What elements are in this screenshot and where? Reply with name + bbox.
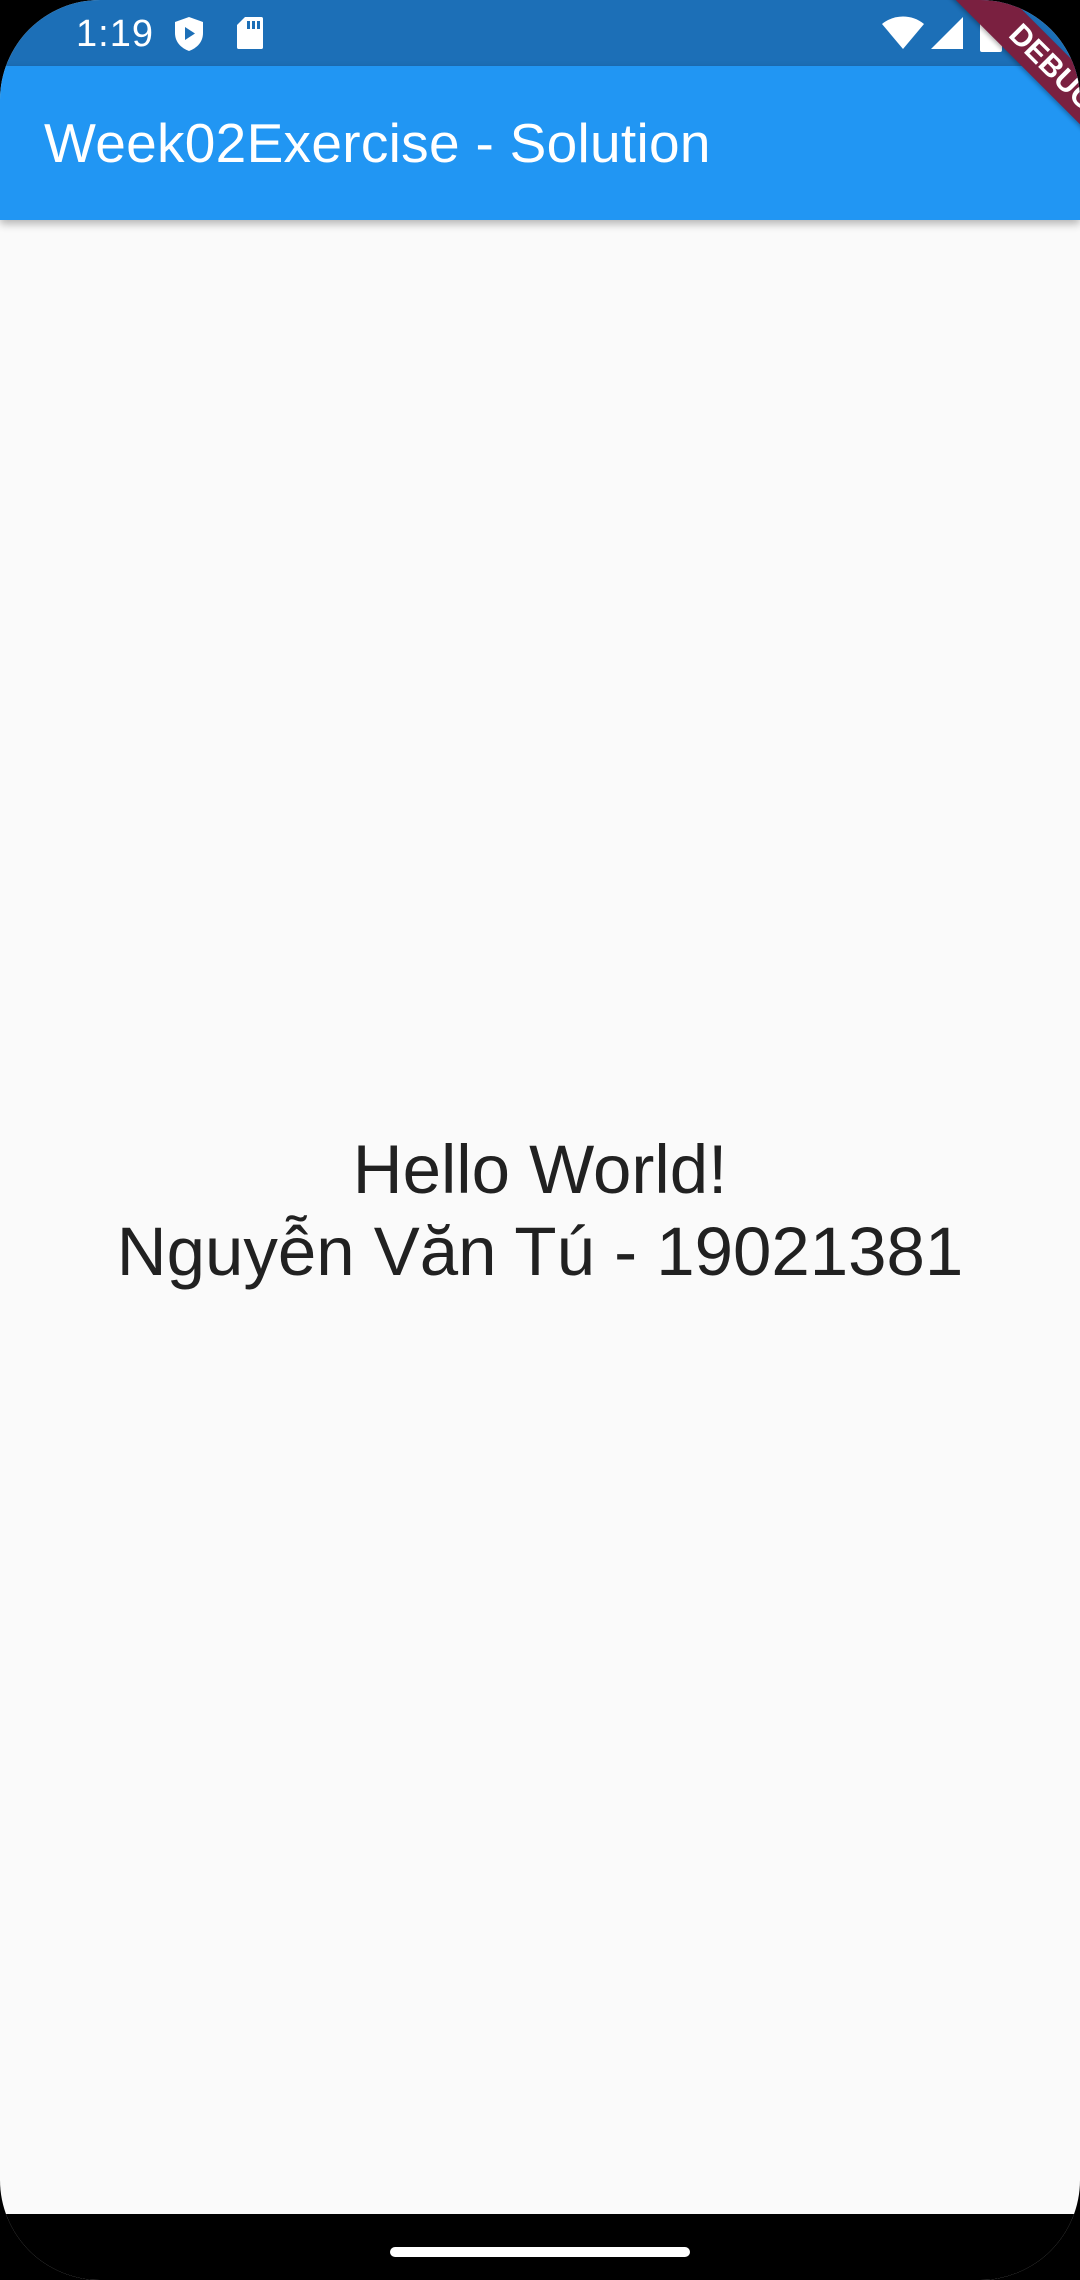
gesture-handle[interactable] [390, 2247, 690, 2257]
wifi-icon [882, 16, 924, 49]
main-content: Hello World! Nguyễn Văn Tú - 19021381 [0, 220, 1080, 2214]
cellular-signal-icon [931, 17, 963, 49]
status-bar: 1:19 [0, 0, 1080, 66]
greeting-text: Hello World! [352, 1131, 728, 1208]
sd-card-icon [237, 17, 263, 49]
status-time: 1:19 [76, 13, 154, 55]
app-bar-title: Week02Exercise - Solution [44, 112, 711, 174]
student-info-text: Nguyễn Văn Tú - 19021381 [116, 1213, 964, 1290]
battery-icon [980, 12, 1002, 52]
device-screen: 1:19 Week02Exercise - Solution DEBUG Hel… [0, 0, 1080, 2280]
center-text: Hello World! Nguyễn Văn Tú - 19021381 [117, 1129, 964, 1293]
navigation-bar [0, 2214, 1080, 2280]
app-bar: Week02Exercise - Solution [0, 66, 1080, 220]
play-protect-icon [175, 17, 203, 51]
